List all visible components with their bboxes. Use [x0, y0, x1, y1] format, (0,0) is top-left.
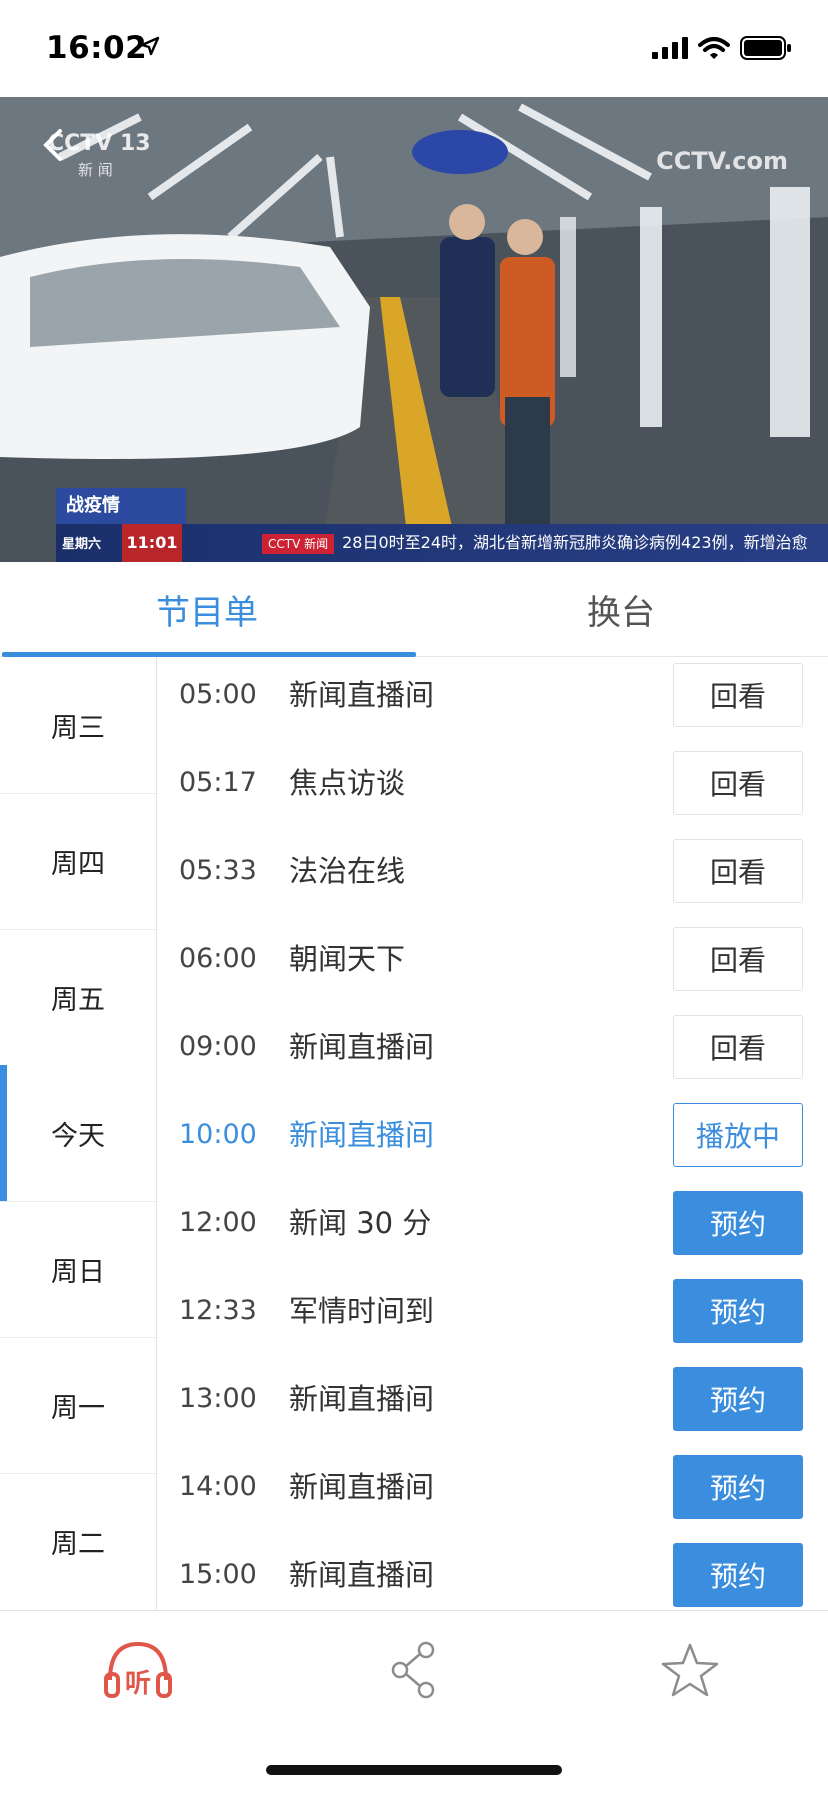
program-row[interactable]: 13:00 新闻直播间 预约	[157, 1361, 828, 1449]
cctv-com-watermark: CCTV.com	[656, 147, 788, 175]
ticker-logo: CCTV 新闻	[262, 534, 335, 554]
day-item[interactable]: 周四	[0, 793, 156, 930]
program-time: 13:00	[179, 1383, 257, 1414]
day-item-today[interactable]: 今天	[0, 1065, 156, 1202]
listen-headphones-icon[interactable]: 听	[98, 1635, 178, 1705]
share-icon[interactable]	[374, 1635, 454, 1705]
day-item[interactable]: 周二	[0, 1473, 156, 1610]
day-selector: 周三 周四 周五 今天 周日 周一 周二	[0, 657, 157, 1610]
day-item[interactable]: 周一	[0, 1337, 156, 1474]
replay-button[interactable]: 回看	[673, 927, 803, 991]
program-title: 新闻 30 分	[289, 1206, 432, 1240]
program-time: 05:00	[179, 679, 257, 710]
replay-button[interactable]: 回看	[673, 1015, 803, 1079]
news-ticker: 星期六 11:01 CCTV 新闻 28日0时至24时，湖北省新增新冠肺炎确诊病例42…	[56, 524, 828, 562]
program-title: 朝闻天下	[289, 942, 406, 976]
reserve-button[interactable]: 预约	[673, 1191, 803, 1255]
reserve-button[interactable]: 预约	[673, 1455, 803, 1519]
status-time: 16:02	[46, 30, 148, 66]
program-schedule-list: 05:00 新闻直播间 回看 05:17 焦点访谈 回看 05:33 法治在线 …	[157, 657, 828, 1610]
replay-button[interactable]: 回看	[673, 663, 803, 727]
ticker-clock: 11:01	[122, 524, 182, 562]
program-title: 焦点访谈	[289, 766, 406, 800]
program-title: 法治在线	[289, 854, 406, 888]
reserve-button[interactable]: 预约	[673, 1543, 803, 1607]
program-title: 新闻直播间	[289, 1030, 435, 1064]
day-item[interactable]: 周三	[0, 657, 156, 794]
program-time: 05:33	[179, 855, 257, 886]
ticker-day: 星期六	[62, 537, 102, 552]
wifi-icon	[698, 37, 730, 59]
program-time: 12:33	[179, 1295, 257, 1326]
ticker-text: 28日0时至24时，湖北省新增新冠肺炎确诊病例423例，新增治愈	[342, 533, 808, 552]
active-day-indicator	[0, 1065, 7, 1201]
program-title: 军情时间到	[289, 1294, 435, 1328]
tab-bar: 节目单 换台	[0, 562, 828, 657]
program-row-now-playing[interactable]: 10:00 新闻直播间 播放中	[157, 1097, 828, 1185]
now-playing-button[interactable]: 播放中	[673, 1103, 803, 1167]
channel-watermark-sub: 新 闻	[78, 161, 113, 179]
tab-program-schedule[interactable]: 节目单	[0, 562, 414, 656]
signal-icon	[652, 37, 688, 59]
program-row[interactable]: 05:17 焦点访谈 回看	[157, 745, 828, 833]
reserve-button[interactable]: 预约	[673, 1367, 803, 1431]
star-icon[interactable]	[650, 1635, 730, 1705]
program-time: 05:17	[179, 767, 257, 798]
program-title: 新闻直播间	[289, 678, 435, 712]
program-row[interactable]: 14:00 新闻直播间 预约	[157, 1449, 828, 1537]
program-time: 09:00	[179, 1031, 257, 1062]
location-arrow-icon	[140, 36, 160, 56]
program-time: 12:00	[179, 1207, 257, 1238]
program-row[interactable]: 15:00 新闻直播间 预约	[157, 1537, 828, 1610]
tab-switch-channel[interactable]: 换台	[414, 562, 828, 656]
program-row[interactable]: 12:00 新闻 30 分 预约	[157, 1185, 828, 1273]
program-row[interactable]: 06:00 朝闻天下 回看	[157, 921, 828, 1009]
program-title: 新闻直播间	[289, 1470, 435, 1504]
program-row[interactable]: 05:00 新闻直播间 回看	[157, 657, 828, 745]
program-row[interactable]: 09:00 新闻直播间 回看	[157, 1009, 828, 1097]
program-time: 14:00	[179, 1471, 257, 1502]
program-row[interactable]: 12:33 军情时间到 预约	[157, 1273, 828, 1361]
status-bar: 16:02	[0, 0, 828, 97]
replay-button[interactable]: 回看	[673, 839, 803, 903]
program-time: 10:00	[179, 1119, 257, 1150]
program-corner-tag: 战疫情	[56, 488, 186, 524]
program-title: 新闻直播间	[289, 1558, 435, 1592]
program-time: 06:00	[179, 943, 257, 974]
home-indicator	[266, 1765, 562, 1775]
battery-icon	[740, 36, 791, 60]
program-time: 15:00	[179, 1559, 257, 1590]
day-item[interactable]: 周日	[0, 1201, 156, 1338]
listen-label: 听	[125, 1669, 151, 1699]
day-label: 今天	[51, 1120, 105, 1152]
replay-button[interactable]: 回看	[673, 751, 803, 815]
program-row[interactable]: 05:33 法治在线 回看	[157, 833, 828, 921]
program-title: 新闻直播间	[289, 1382, 435, 1416]
program-title: 新闻直播间	[289, 1118, 435, 1152]
channel-watermark: CCTV 13	[48, 131, 151, 156]
reserve-button[interactable]: 预约	[673, 1279, 803, 1343]
day-item[interactable]: 周五	[0, 929, 156, 1066]
video-player[interactable]: CCTV 13 新 闻 CCTV.com 战疫情 星期六 11:01 CCTV 新闻…	[0, 97, 828, 562]
